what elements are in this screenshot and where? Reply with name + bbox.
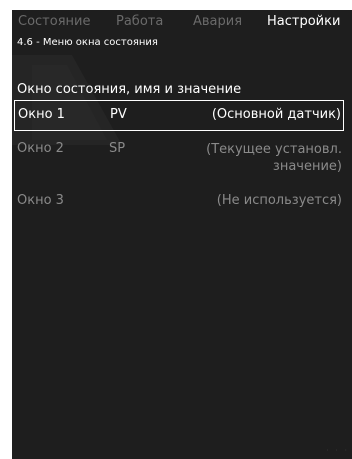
window-label: Окно 2 xyxy=(17,141,64,156)
window-name: SP xyxy=(109,141,126,156)
window-value: (Основной датчик) xyxy=(211,107,341,122)
list-item-window-2[interactable]: Окно 2 SP (Текущее установл. значение) xyxy=(14,141,344,177)
tab-settings[interactable]: Настройки xyxy=(267,10,340,34)
window-value-line-1: (Текущее установл. xyxy=(206,142,342,157)
window-name: PV xyxy=(110,107,127,122)
tab-status[interactable]: Состояние xyxy=(18,10,90,34)
window-value-line-2: значение) xyxy=(272,159,342,174)
window-label: Окно 3 xyxy=(17,193,64,208)
status-window-settings-screen: Состояние Работа Авария Настройки 4.6 - … xyxy=(12,10,352,459)
list-item-window-1[interactable]: Окно 1 PV (Основной датчик) xyxy=(14,100,344,131)
tab-alarm[interactable]: Авария xyxy=(193,10,242,34)
tab-bar: Состояние Работа Авария Настройки xyxy=(12,10,352,34)
tab-operation[interactable]: Работа xyxy=(116,10,163,34)
window-value: (Текущее установл. значение) xyxy=(206,141,342,175)
section-title: Окно состояния, имя и значение xyxy=(17,82,242,97)
scroll-indicator-dots: · · · xyxy=(326,446,349,455)
window-value: (Не используется) xyxy=(216,193,342,208)
breadcrumb: 4.6 - Меню окна состояния xyxy=(17,37,158,48)
window-label: Окно 1 xyxy=(18,107,65,122)
list-item-window-3[interactable]: Окно 3 (Не используется) xyxy=(14,193,344,211)
